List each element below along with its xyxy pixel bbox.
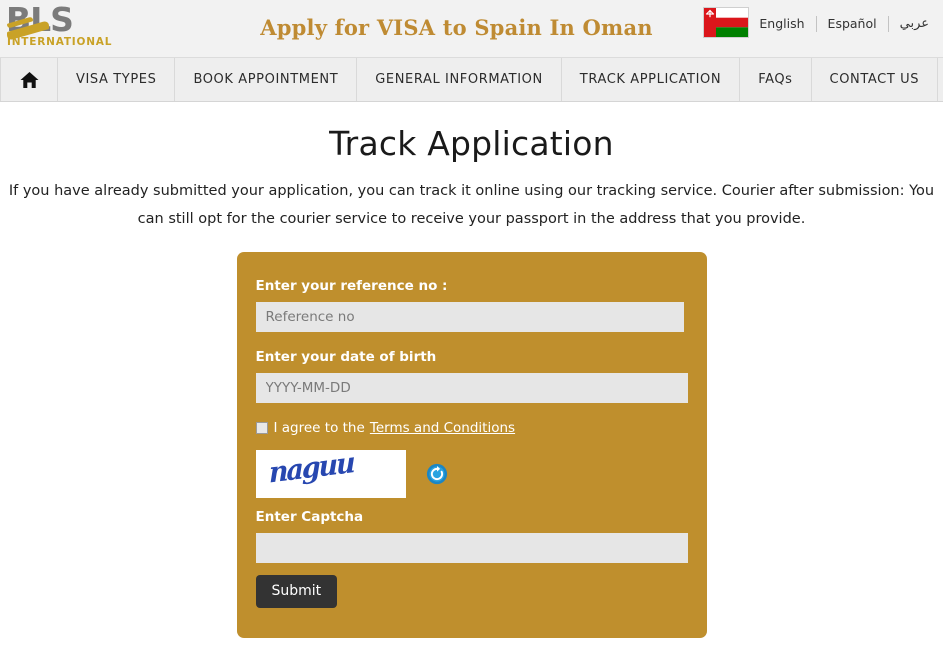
nav-item-home[interactable] (0, 58, 58, 101)
terms-and-conditions-link[interactable]: Terms and Conditions (370, 420, 515, 436)
main-navigation: VISA TYPES BOOK APPOINTMENT GENERAL INFO… (0, 58, 943, 102)
terms-agreement-checkbox[interactable] (255, 421, 268, 434)
date-of-birth-label: Enter your date of birth (255, 349, 437, 365)
nav-item-contact-us[interactable]: CONTACT US (812, 58, 939, 101)
language-link-arabic[interactable]: عربي (889, 16, 933, 32)
reference-no-input[interactable] (255, 302, 684, 332)
nav-item-track-application[interactable]: TRACK APPLICATION (562, 58, 741, 101)
submit-button[interactable]: Submit (255, 575, 338, 608)
captcha-image: naguu (255, 450, 406, 498)
oman-flag-icon (703, 7, 749, 38)
main-content: Track Application If you have already su… (0, 102, 943, 638)
home-icon (20, 71, 38, 88)
reference-no-label: Enter your reference no : (255, 278, 448, 294)
captcha-row: naguu (255, 450, 688, 498)
nav-item-label: CONTACT US (829, 72, 920, 87)
terms-agreement-text: I agree to the (273, 419, 365, 436)
captcha-image-text: naguu (268, 450, 354, 490)
nav-item-general-information[interactable]: GENERAL INFORMATION (357, 58, 562, 101)
page-description: If you have already submitted your appli… (8, 183, 935, 227)
language-link-english[interactable]: English (748, 16, 815, 32)
nav-item-label: FAQs (758, 72, 793, 87)
nav-item-label: TRACK APPLICATION (579, 72, 722, 87)
captcha-input[interactable] (255, 533, 688, 563)
enter-captcha-label: Enter Captcha (255, 509, 364, 525)
nav-item-visa-types[interactable]: VISA TYPES (58, 58, 176, 101)
refresh-icon[interactable] (426, 463, 448, 485)
nav-item-label: GENERAL INFORMATION (375, 72, 543, 87)
page-title: Track Application (329, 124, 614, 163)
language-link-espanol[interactable]: Español (817, 16, 888, 32)
terms-agreement-row: I agree to the Terms and Conditions (255, 418, 688, 437)
oman-flag-svg (704, 8, 748, 37)
nav-item-book-appointment[interactable]: BOOK APPOINTMENT (175, 58, 358, 101)
nav-item-label: BOOK APPOINTMENT (193, 72, 339, 87)
site-header: BLS INTERNATIONAL Apply for VISA to Spai… (0, 0, 943, 58)
nav-item-label: VISA TYPES (76, 72, 157, 87)
track-application-form: Enter your reference no : Enter your dat… (236, 252, 707, 638)
language-switcher: English Español عربي (748, 14, 933, 34)
nav-item-faqs[interactable]: FAQs (740, 58, 812, 101)
date-of-birth-input[interactable] (255, 373, 688, 403)
